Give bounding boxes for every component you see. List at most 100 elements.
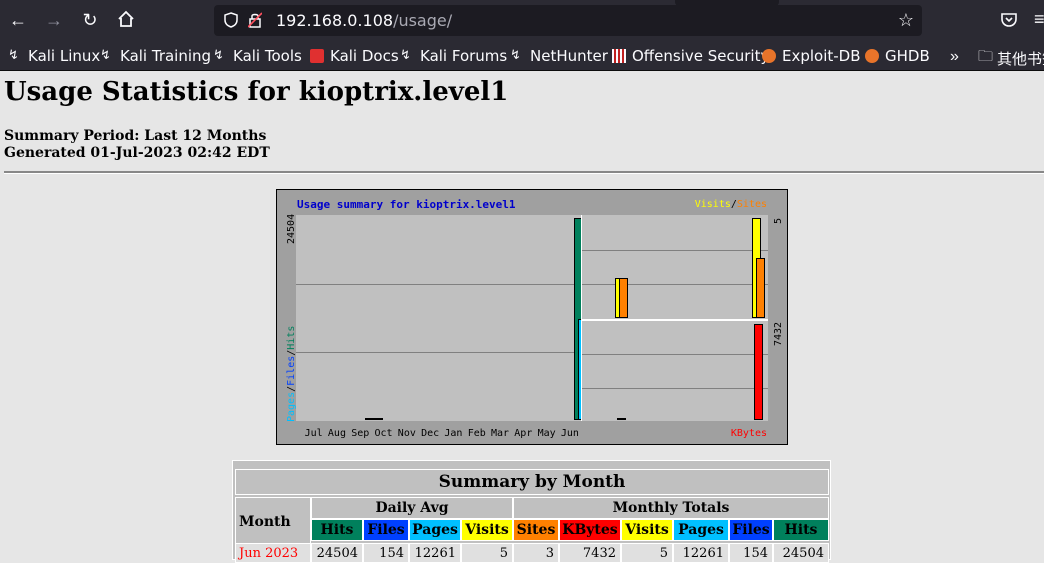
month-label: Nov <box>397 428 416 439</box>
bookmark-label: Kali Docs <box>330 47 399 65</box>
gridline <box>296 284 581 285</box>
bookmark-label: Exploit-DB <box>782 47 861 65</box>
pocket-icon[interactable] <box>1000 11 1018 29</box>
month-label: Dec <box>421 428 440 439</box>
month-label: Jun <box>560 428 579 439</box>
kali-dragon-icon: ↯ <box>100 48 111 63</box>
usage-summary-graph: Usage summary for kioptrix.level1 Visits… <box>276 189 788 445</box>
bookmark-exploit-db[interactable]: Exploit-DB <box>762 46 861 66</box>
hits-files-pages-panel <box>296 215 593 421</box>
month-label: Jan <box>444 428 463 439</box>
gridline <box>296 352 581 353</box>
bookmark-label: NetHunter <box>530 47 608 65</box>
table-cell: 24504 <box>311 543 363 563</box>
col-header-visits: Visits <box>461 519 513 541</box>
bar-files-sep <box>368 418 383 420</box>
kbytes-panel <box>582 321 768 421</box>
bookmark-offensive-security[interactable]: Offensive Security <box>612 46 769 66</box>
back-icon[interactable]: ← <box>8 10 28 30</box>
offsec-icon <box>612 49 626 63</box>
folder-icon: 🗀 <box>978 47 994 65</box>
bookmark-label: Kali Linux <box>28 47 101 65</box>
col-header-visits: Visits <box>621 519 673 541</box>
graph-legend-visits-sites: Visits/Sites <box>695 199 767 210</box>
legend-pages: Pages <box>286 391 297 422</box>
table-cell: 12261 <box>673 543 729 563</box>
col-header-kbytes: KBytes <box>559 519 621 541</box>
bookmark-label: Offensive Security <box>632 47 770 65</box>
bookmark-label: Kali Forums <box>420 47 508 65</box>
bookmark-label: GHDB <box>885 47 930 65</box>
folder-label: 其他书签 <box>997 50 1044 68</box>
col-header-sites: Sites <box>513 519 559 541</box>
bookmark-kali-tools[interactable]: ↯ Kali Tools <box>213 46 302 66</box>
month-axis-labels: Jul Aug Sep Oct Nov Dec Jan Feb Mar Apr May Jun <box>302 428 582 439</box>
bookmark-label: Kali Tools <box>233 47 302 65</box>
month-label: Aug <box>327 428 346 439</box>
visits-sites-panel <box>582 215 768 319</box>
month-label: Jul <box>304 428 323 439</box>
table-cell: 154 <box>729 543 773 563</box>
forward-icon[interactable]: → <box>44 10 64 30</box>
table-title: Summary by Month <box>235 469 829 495</box>
report-meta: Summary Period: Last 12 Months Generated… <box>4 128 270 162</box>
app-menu-icon[interactable]: ≡ <box>1034 10 1044 28</box>
daily-avg-header: Daily Avg <box>311 497 513 519</box>
kali-dragon-icon: ↯ <box>8 48 19 63</box>
gridline <box>582 284 768 285</box>
month-label: Apr <box>514 428 533 439</box>
bar-kbytes-jun <box>754 324 764 420</box>
legend-visits: Visits <box>694 199 731 210</box>
left-axis-legend: Pages/Files/Hits <box>286 325 297 422</box>
bar-sites-sep <box>619 278 629 318</box>
nethunter-icon: ↯ <box>510 48 521 63</box>
insecure-lock-icon[interactable] <box>248 12 262 28</box>
bookmark-kali-docs[interactable]: Kali Docs <box>310 46 399 66</box>
col-header-hits: Hits <box>773 519 829 541</box>
legend-files: Files <box>286 355 297 386</box>
col-header-pages: Pages <box>409 519 461 541</box>
home-icon[interactable] <box>116 10 136 30</box>
table-cell: 12261 <box>409 543 461 563</box>
summary-by-month-table: Summary by Month Month Daily Avg Monthly… <box>232 460 831 563</box>
kali-dragon-icon: ↯ <box>400 48 411 63</box>
bar-kbytes-sep <box>617 418 627 420</box>
legend-hits: Hits <box>286 325 297 350</box>
bookmark-nethunter[interactable]: ↯ NetHunter <box>510 46 608 66</box>
url-bar[interactable]: 192.168.0.108/usage/ ☆ <box>214 5 922 36</box>
gridline <box>582 388 768 389</box>
col-header-hits: Hits <box>311 519 363 541</box>
kbytes-label: KBytes <box>730 428 767 439</box>
bookmark-kali-forums[interactable]: ↯ Kali Forums <box>400 46 507 66</box>
month-label: Sep <box>351 428 370 439</box>
bookmark-ghdb[interactable]: GHDB <box>865 46 930 66</box>
url-text[interactable]: 192.168.0.108/usage/ <box>276 11 452 30</box>
month-label: Feb <box>467 428 486 439</box>
bookmark-label: Kali Training <box>120 47 212 65</box>
left-axis-max-label: 24504 <box>286 213 297 244</box>
other-bookmarks-folder[interactable]: 🗀其他书签 <box>978 46 1044 71</box>
right-bottom-max-label: 7432 <box>773 321 784 346</box>
month-label: May <box>537 428 556 439</box>
kali-docs-icon <box>310 49 324 63</box>
gridline <box>582 250 768 251</box>
summary-period: Summary Period: Last 12 Months <box>4 128 267 144</box>
reload-icon[interactable]: ↻ <box>80 10 100 30</box>
table-cell: 154 <box>363 543 409 563</box>
table-cell: 7432 <box>559 543 621 563</box>
tracking-protection-icon[interactable] <box>224 12 238 28</box>
page-content: Usage Statistics for kioptrix.level1 Sum… <box>0 71 1044 563</box>
bookmark-kali-training[interactable]: ↯ Kali Training <box>100 46 211 66</box>
bookmark-kali-linux[interactable]: ↯ Kali Linux <box>8 46 100 66</box>
col-header-files: Files <box>729 519 773 541</box>
bookmarks-overflow-chevron-icon[interactable]: » <box>950 48 959 66</box>
gridline <box>582 354 768 355</box>
divider <box>4 171 1044 174</box>
bookmark-star-icon[interactable]: ☆ <box>898 10 914 31</box>
exploitdb-icon <box>762 49 776 63</box>
kali-dragon-icon: ↯ <box>213 48 224 63</box>
graph-title: Usage summary for kioptrix.level1 <box>297 198 516 211</box>
month-label: Oct <box>374 428 393 439</box>
right-top-max-label: 5 <box>773 217 784 224</box>
month-link[interactable]: Jun 2023 <box>235 543 311 563</box>
